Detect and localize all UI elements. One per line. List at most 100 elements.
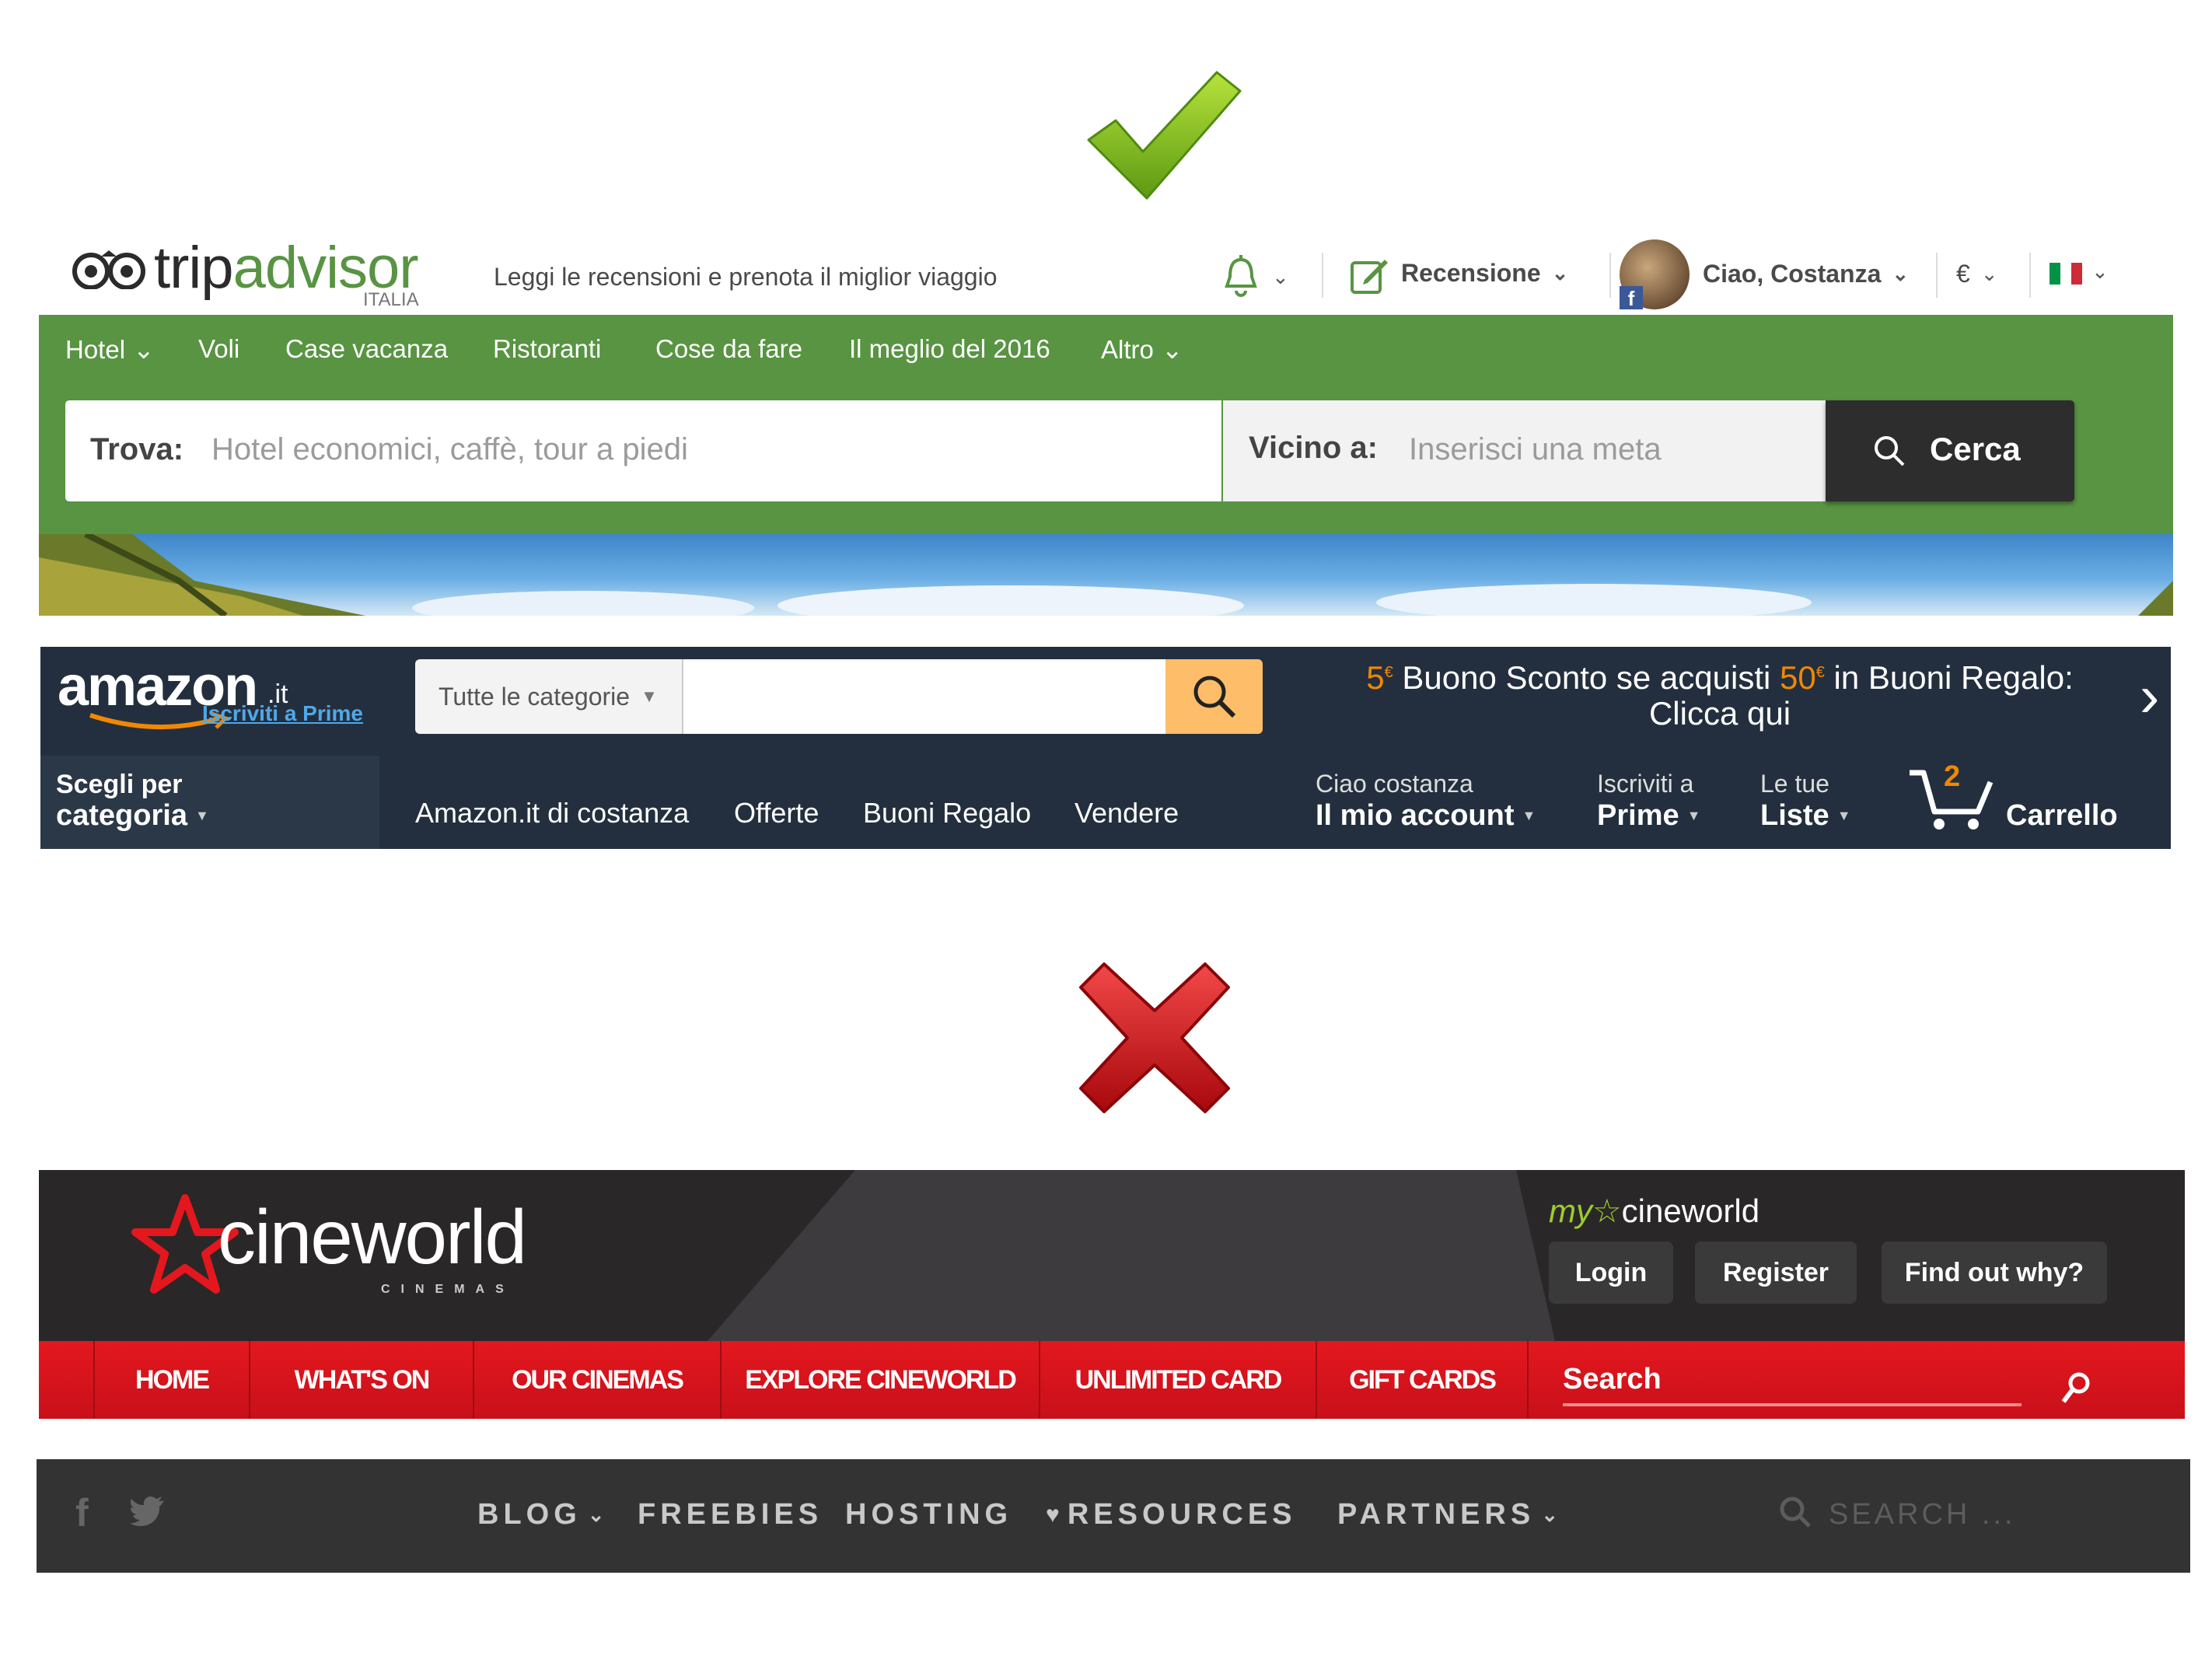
account-greeting: Ciao costanza [1316, 770, 1473, 798]
nav-sell[interactable]: Vendere [1075, 797, 1179, 830]
twitter-icon[interactable] [130, 1493, 166, 1529]
nav-unlimited-card[interactable]: UNLIMITED CARD [1039, 1341, 1316, 1419]
nav-hosting[interactable]: HOSTING [845, 1498, 1012, 1532]
promo-amount: 50 [1780, 659, 1816, 696]
prime-small: Iscriviti a [1597, 770, 1694, 798]
nav-ristoranti[interactable]: Ristoranti [493, 334, 601, 364]
nav-our-cinemas[interactable]: OUR CINEMAS [473, 1341, 720, 1419]
department-label-1: Scegli per [56, 770, 183, 799]
greeting: Ciao, Costanza [1703, 260, 1882, 288]
caret-down-icon: ▼ [1522, 808, 1536, 823]
cineworld-logo[interactable]: cineworld [218, 1193, 527, 1281]
search-button[interactable] [1165, 659, 1263, 734]
promo-text: in Buoni Regalo: [1833, 659, 2074, 696]
nav-meglio-2016[interactable]: Il meglio del 2016 [849, 334, 1050, 364]
lists-menu[interactable]: Liste ▼ [1760, 799, 1851, 833]
promo-amount: 5 [1366, 659, 1385, 696]
chevron-down-icon: ⌄ [1551, 261, 1569, 285]
facebook-icon[interactable]: f [75, 1490, 89, 1535]
nav-offers[interactable]: Offerte [734, 797, 819, 830]
nav-altro[interactable]: Altro ⌄ [1101, 334, 1183, 365]
nav-partners[interactable]: PARTNERS ⌄ [1337, 1498, 1563, 1532]
nav-my-amazon[interactable]: Amazon.it di costanza [415, 797, 689, 830]
lists-small: Le tue [1760, 770, 1829, 798]
prime-menu[interactable]: Prime ▼ [1597, 799, 1700, 833]
facebook-icon: f [1620, 286, 1643, 310]
nav-gift-cards[interactable]: GIFT CARDS [1316, 1341, 1527, 1419]
bell-icon [1225, 255, 1257, 297]
find-input[interactable]: Hotel economici, caffè, tour a piedi [211, 432, 688, 467]
cart-count: 2 [1944, 760, 1961, 793]
caret-down-icon: ▼ [194, 808, 209, 823]
join-prime-link[interactable]: Iscriviti a Prime [202, 701, 363, 726]
chevron-down-icon[interactable]: ⌄ [2091, 260, 2109, 284]
search-bar: Tutte le categorie ▼ [415, 659, 1263, 734]
search-underline [1563, 1403, 2022, 1406]
my-prefix: my [1549, 1193, 1592, 1229]
nav-label: RESOURCES [1067, 1498, 1297, 1531]
my-name: cineworld [1621, 1193, 1760, 1229]
heart-icon: ♥ [1046, 1501, 1060, 1528]
search-icon[interactable] [2060, 1371, 2091, 1405]
chevron-down-icon: ⌄ [1980, 262, 1998, 285]
search-input[interactable]: Search [1563, 1363, 1662, 1396]
dark-nav-bar: f BLOG ⌄ FREEBIES HOSTING ♥ RESOURCES PA… [37, 1459, 2190, 1573]
promo-line-1: 5€ Buono Sconto se acquisti 50€ in Buoni… [1366, 659, 2074, 696]
account-menu[interactable]: Ciao, Costanza ⌄ [1703, 260, 1909, 288]
nav-label: BLOG [477, 1498, 582, 1531]
italy-flag-icon[interactable] [2050, 263, 2082, 285]
chevron-down-icon: ⌄ [1161, 335, 1183, 364]
nav-blog[interactable]: BLOG ⌄ [477, 1498, 610, 1532]
hero-banner [39, 531, 2173, 616]
nav-resources[interactable]: ♥ RESOURCES [1046, 1498, 1297, 1532]
cross-icon [1079, 962, 1230, 1113]
nav-label: PARTNERS [1337, 1498, 1536, 1531]
category-select[interactable]: Tutte le categorie ▼ [415, 659, 683, 734]
nav-home[interactable]: HOME [93, 1341, 249, 1419]
divider [1609, 253, 1611, 298]
caret-down-icon: ▼ [1686, 808, 1701, 823]
amazon-header: amazon .it Iscriviti a Prime Tutte le ca… [40, 647, 2171, 849]
nav-freebies[interactable]: FREEBIES [638, 1498, 823, 1532]
promo-banner[interactable]: 5€ Buono Sconto se acquisti 50€ in Buoni… [1316, 655, 2124, 732]
nav-explore[interactable]: EXPLORE CINEWORLD [720, 1341, 1039, 1419]
nav-label: Altro [1101, 334, 1154, 364]
divider [1322, 253, 1323, 298]
review-menu[interactable]: Recensione ⌄ [1401, 259, 1568, 288]
search-icon [1875, 436, 1905, 466]
login-button[interactable]: Login [1549, 1242, 1673, 1304]
nav-hotel[interactable]: Hotel ⌄ [65, 334, 155, 365]
promo-line-2: Clicca qui [1648, 695, 1791, 732]
tagline: Leggi le recensioni e prenota il miglior… [494, 263, 998, 291]
tripadvisor-header: tripadvisor ITALIA Leggi le recensioni e… [39, 233, 2173, 616]
currency-menu[interactable]: € ⌄ [1956, 260, 1998, 288]
find-out-why-button[interactable]: Find out why? [1882, 1242, 2107, 1304]
nav-whats-on[interactable]: WHAT'S ON [249, 1341, 473, 1419]
search-icon[interactable] [1778, 1495, 1812, 1529]
owl-logo-icon[interactable] [70, 250, 148, 289]
find-label: Trova: [90, 432, 184, 466]
cineworld-logo-sub: CINEMAS [381, 1283, 515, 1296]
account-menu[interactable]: Il mio account ▼ [1316, 799, 1536, 833]
cart-label[interactable]: Carrello [2006, 799, 2118, 833]
nav-voli[interactable]: Voli [198, 334, 239, 364]
search-input[interactable]: SEARCH ... [1829, 1498, 2016, 1532]
logo-country: ITALIA [363, 289, 419, 310]
chevron-down-icon: ⌄ [1541, 1503, 1563, 1526]
edit-icon[interactable] [1349, 255, 1389, 295]
nav-gift-cards[interactable]: Buoni Regalo [863, 797, 1031, 830]
search-input[interactable] [683, 659, 1165, 734]
notifications-menu[interactable]: ⌄ [1221, 255, 1289, 299]
nav-case-vacanza[interactable]: Case vacanza [285, 334, 448, 364]
chevron-down-icon: ⌄ [1892, 262, 1910, 285]
caret-down-icon: ▼ [641, 686, 658, 706]
nav-cose-da-fare[interactable]: Cose da fare [655, 334, 802, 364]
review-label: Recensione [1401, 259, 1541, 287]
register-button[interactable]: Register [1695, 1242, 1857, 1304]
chevron-right-icon[interactable]: › [2140, 662, 2159, 730]
divider [1936, 253, 1938, 298]
currency-symbol: € [1956, 260, 1970, 288]
near-input[interactable]: Inserisci una meta [1409, 432, 1662, 467]
caret-down-icon: ▼ [1836, 808, 1851, 823]
near-label: Vicino a: [1249, 431, 1378, 465]
